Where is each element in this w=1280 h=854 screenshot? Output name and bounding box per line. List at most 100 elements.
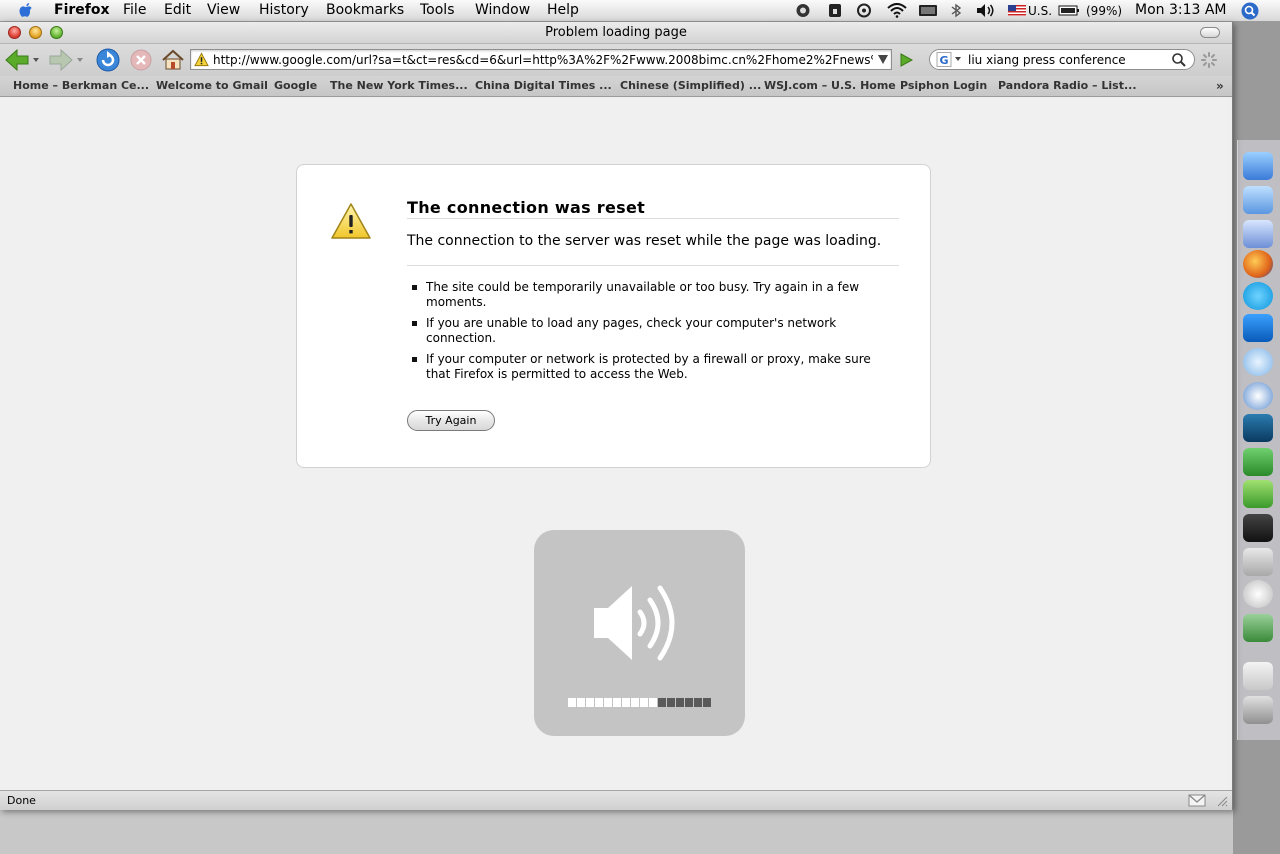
app-green-dock-icon[interactable]	[1243, 448, 1273, 476]
mail-dock-icon[interactable]	[1243, 186, 1273, 214]
menu-app-firefox[interactable]: Firefox	[54, 2, 110, 18]
volume-segment	[613, 698, 621, 707]
resize-grip-icon[interactable]	[1216, 795, 1228, 807]
menu-edit[interactable]: Edit	[164, 2, 191, 18]
safari-dock-icon[interactable]	[1243, 382, 1273, 410]
display-icon[interactable]	[918, 3, 938, 18]
word-dock-icon[interactable]	[1243, 314, 1273, 342]
google-engine-icon[interactable]: G	[936, 52, 964, 67]
search-input[interactable]: liu xiang press conference	[968, 53, 1126, 67]
skype-status-icon[interactable]	[794, 3, 812, 18]
dock	[1237, 140, 1280, 740]
bookmark-item[interactable]: Home – Berkman Ce...	[13, 79, 149, 92]
loading-throbber-icon	[1201, 52, 1217, 68]
window-titlebar[interactable]: Problem loading page	[0, 22, 1232, 44]
forward-button[interactable]	[48, 47, 84, 73]
background-window-bottom	[0, 810, 1233, 854]
volume-segment	[703, 698, 711, 707]
error-suggestions-list: The site could be temporarily unavailabl…	[412, 280, 872, 388]
bookmark-item[interactable]: The New York Times...	[330, 79, 468, 92]
downloads-stack-dock-icon[interactable]	[1243, 614, 1273, 642]
window-title: Problem loading page	[545, 25, 687, 40]
volume-segment	[694, 698, 702, 707]
gender-symbol-dock-icon[interactable]	[1243, 580, 1273, 608]
back-button[interactable]	[4, 47, 40, 73]
search-magnifier-icon[interactable]	[1172, 53, 1186, 67]
volume-segment	[622, 698, 630, 707]
bookmark-item[interactable]: Chinese (Simplified) ...	[620, 79, 761, 92]
volume-segment	[595, 698, 603, 707]
url-bar[interactable]: http://www.google.com/url?sa=t&ct=res&cd…	[190, 49, 892, 70]
bookmark-item[interactable]: Welcome to Gmail	[156, 79, 268, 92]
ichat-dock-icon[interactable]	[1243, 220, 1273, 248]
volume-menu-icon[interactable]	[976, 3, 996, 18]
volume-segment	[586, 698, 594, 707]
error-description: The connection to the server was reset w…	[407, 233, 882, 249]
wifi-icon[interactable]	[886, 3, 908, 18]
bookmark-item[interactable]: Psiphon Login	[900, 79, 987, 92]
menu-help[interactable]: Help	[547, 2, 579, 18]
input-source-label[interactable]: U.S.	[1028, 4, 1052, 18]
battery-icon[interactable]	[1058, 3, 1080, 18]
us-flag-icon[interactable]	[1008, 5, 1026, 16]
menu-window[interactable]: Window	[475, 2, 530, 18]
bookmarks-overflow-chevron-icon[interactable]: »	[1216, 79, 1224, 93]
document-dock-icon[interactable]	[1243, 662, 1273, 690]
try-again-button[interactable]: Try Again	[407, 410, 495, 431]
error-title: The connection was reset	[407, 198, 646, 217]
stop-button[interactable]	[128, 47, 154, 73]
skype-dock-icon[interactable]	[1243, 282, 1273, 310]
status-bar: Done	[0, 790, 1232, 810]
volume-segment	[568, 698, 576, 707]
itunes-dock-icon[interactable]	[1243, 348, 1273, 376]
download-dock-icon[interactable]	[1243, 548, 1273, 576]
finder-dock-icon[interactable]	[1243, 152, 1273, 180]
spotlight-search-icon[interactable]	[1241, 2, 1259, 20]
title-divider	[407, 218, 899, 219]
wireshark-dock-icon[interactable]	[1243, 414, 1273, 442]
os-menubar: Firefox File Edit View History Bookmarks…	[0, 0, 1280, 22]
site-warning-icon[interactable]	[194, 52, 209, 67]
go-button[interactable]	[898, 52, 914, 68]
menu-tools[interactable]: Tools	[420, 2, 455, 18]
description-divider	[407, 265, 899, 266]
battery-percent[interactable]: (99%)	[1086, 4, 1122, 18]
toolbar-toggle-button[interactable]	[1200, 27, 1220, 38]
page-content: The connection was reset The connection …	[0, 97, 1227, 790]
volume-overlay	[534, 530, 745, 736]
trash-dock-icon[interactable]	[1243, 696, 1273, 724]
menu-view[interactable]: View	[207, 2, 240, 18]
volume-segment	[667, 698, 675, 707]
lock-icon[interactable]	[828, 3, 842, 18]
menubar-clock[interactable]: Mon 3:13 AM	[1135, 2, 1227, 18]
gmail-notifier-icon[interactable]	[1188, 794, 1206, 807]
adium-dock-icon[interactable]	[1243, 480, 1273, 508]
warning-triangle-icon	[331, 203, 371, 239]
terminal-dock-icon[interactable]	[1243, 514, 1273, 542]
status-text: Done	[7, 794, 36, 807]
volume-segment	[676, 698, 684, 707]
menu-file[interactable]: File	[123, 2, 146, 18]
bookmark-item[interactable]: WSJ.com – U.S. Home	[764, 79, 896, 92]
volume-segment	[640, 698, 648, 707]
bookmark-item[interactable]: Pandora Radio – List...	[998, 79, 1137, 92]
apple-menu-icon[interactable]	[19, 2, 35, 19]
volume-segment	[649, 698, 657, 707]
volume-segment	[577, 698, 585, 707]
url-history-dropdown-icon[interactable]	[878, 55, 888, 64]
menu-history[interactable]: History	[259, 2, 309, 18]
firefox-dock-icon[interactable]	[1243, 250, 1273, 278]
menu-bookmarks[interactable]: Bookmarks	[326, 2, 404, 18]
search-bar[interactable]: G liu xiang press conference	[929, 49, 1195, 70]
sync-icon[interactable]	[856, 3, 872, 18]
svg-text:G: G	[940, 54, 949, 67]
bookmarks-toolbar: Home – Berkman Ce... Welcome to Gmail Go…	[0, 76, 1232, 97]
list-item: The site could be temporarily unavailabl…	[412, 280, 872, 310]
url-input[interactable]: http://www.google.com/url?sa=t&ct=res&cd…	[213, 53, 873, 67]
speaker-volume-icon	[594, 585, 675, 661]
reload-button[interactable]	[95, 47, 121, 73]
bluetooth-icon[interactable]	[950, 3, 962, 18]
bookmark-item[interactable]: China Digital Times ...	[475, 79, 612, 92]
bookmark-item[interactable]: Google	[274, 79, 317, 92]
home-button[interactable]	[160, 47, 186, 73]
